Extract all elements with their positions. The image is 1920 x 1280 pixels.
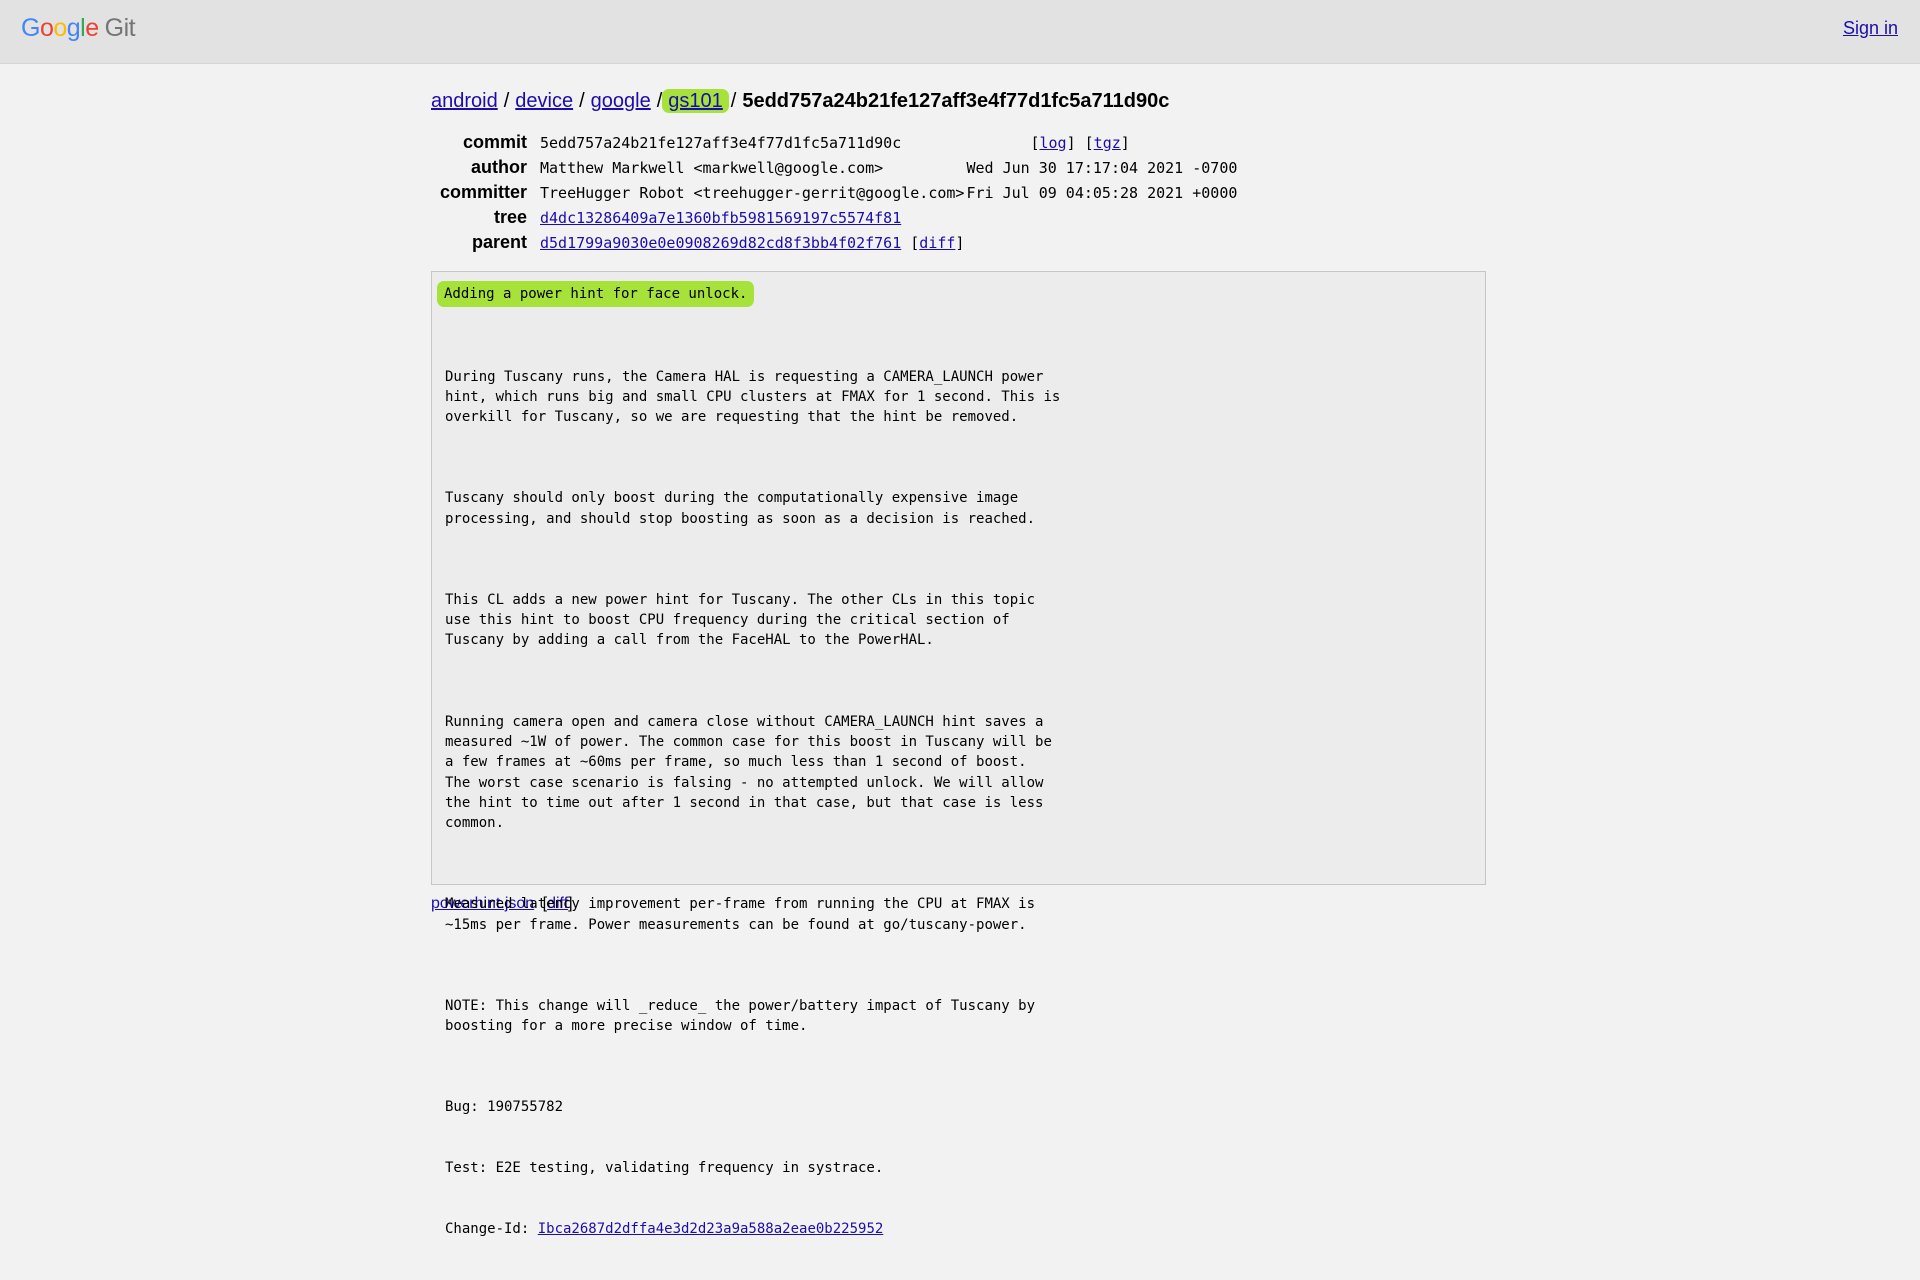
- tgz-link[interactable]: tgz: [1094, 134, 1121, 152]
- test-line: Test: E2E testing, validating frequency …: [445, 1160, 884, 1177]
- logo-letter: e: [85, 14, 99, 42]
- commit-actions: [log] [tgz]: [1030, 133, 1130, 152]
- logo-suffix: Git: [104, 14, 136, 42]
- google-git-logo[interactable]: Google Git: [21, 14, 136, 43]
- commit-label: commit: [462, 132, 527, 152]
- breadcrumb-separator: /: [503, 90, 510, 112]
- parent-link[interactable]: d5d1799a9030e0e0908269d82cd8f3bb4f02f761: [540, 234, 901, 252]
- logo-letter: G: [21, 14, 40, 42]
- parent-label: parent: [471, 232, 527, 252]
- message-paragraph: NOTE: This change will _reduce_ the powe…: [445, 997, 1036, 1035]
- top-bar: Google Git Sign in: [0, 0, 1920, 64]
- message-paragraph: Tuscany should only boost during the com…: [445, 490, 1036, 527]
- change-id-link[interactable]: Ibca2687d2dffa4e3d2d23a9a588a2eae0b22595…: [538, 1221, 884, 1237]
- sign-in-link[interactable]: Sign in: [1843, 18, 1898, 39]
- tree-cell: d4dc13286409a7e1360bfb5981569197c5574f81: [540, 205, 1237, 230]
- tree-link[interactable]: d4dc13286409a7e1360bfb5981569197c5574f81: [540, 209, 901, 227]
- breadcrumb-link-device[interactable]: device: [515, 90, 573, 112]
- message-paragraph: This CL adds a new power hint for Tuscan…: [445, 591, 1036, 649]
- message-paragraph: Measured latency improvement per-frame f…: [445, 896, 1036, 933]
- commit-message-box: Adding a power hint for face unlock. Dur…: [431, 271, 1486, 1237]
- author-date: Wed Jun 30 17:17:04 2021 -0700: [966, 158, 1238, 177]
- main-content: android / device / google / gs101/5edd757a24b2…: [431, 86, 1489, 1237]
- logo-letter: o: [53, 14, 67, 42]
- tree-row: tree d4dc13286409a7e1360bfb5981569197c55…: [431, 205, 1237, 230]
- committer-date: Fri Jul 09 04:05:28 2021 +0000: [966, 183, 1238, 202]
- breadcrumb-highlight: gs101: [662, 89, 729, 113]
- committer-row: committer TreeHugger Robot <treehugger-g…: [431, 180, 1237, 205]
- breadcrumb: android / device / google / gs101/5edd757a24b2…: [431, 86, 1489, 116]
- logo-letter: o: [39, 14, 54, 42]
- tree-label: tree: [493, 207, 527, 227]
- commit-metadata-table: commit 5edd757a24b21fe127aff3e4f77d1fc5a…: [431, 130, 1237, 255]
- page-title: 5edd757a24b21fe127aff3e4f77d1fc5a711d90c: [742, 90, 1170, 112]
- commit-row: commit 5edd757a24b21fe127aff3e4f77d1fc5a…: [431, 130, 1237, 155]
- author-row: author Matthew Markwell <markwell@google…: [431, 155, 1237, 180]
- bug-line: Bug: 190755782: [445, 1099, 564, 1116]
- breadcrumb-link-gs101[interactable]: gs101: [668, 90, 723, 112]
- log-link[interactable]: log: [1039, 134, 1066, 152]
- parent-cell: d5d1799a9030e0e0908269d82cd8f3bb4f02f761…: [540, 233, 965, 252]
- author-label: author: [471, 157, 527, 177]
- committer-label: committer: [439, 182, 527, 202]
- parent-diff-link[interactable]: diff: [919, 234, 955, 252]
- commit-message-body: During Tuscany runs, the Camera HAL is r…: [445, 326, 1060, 1280]
- breadcrumb-separator: /: [579, 90, 585, 112]
- change-id-line: Change-Id: Ibca2687d2dffa4e3d2d23a9a588a…: [445, 1219, 1060, 1239]
- breadcrumb-separator: /: [730, 90, 737, 112]
- breadcrumb-link-android[interactable]: android: [431, 90, 498, 112]
- commit-subject: Adding a power hint for face unlock.: [437, 281, 755, 307]
- author-value: Matthew Markwell <markwell@google.com>: [540, 158, 884, 177]
- committer-value: TreeHugger Robot <treehugger-gerrit@goog…: [540, 183, 965, 202]
- change-id-label: Change-Id:: [445, 1221, 538, 1238]
- message-paragraph: Running camera open and camera close wit…: [445, 713, 1052, 832]
- commit-sha: 5edd757a24b21fe127aff3e4f77d1fc5a711d90c: [540, 133, 902, 152]
- parent-row: parent d5d1799a9030e0e0908269d82cd8f3bb4…: [431, 230, 1237, 255]
- breadcrumb-link-google[interactable]: google: [591, 90, 651, 112]
- logo-letter: g: [66, 14, 81, 42]
- message-paragraph: During Tuscany runs, the Camera HAL is r…: [445, 368, 1061, 426]
